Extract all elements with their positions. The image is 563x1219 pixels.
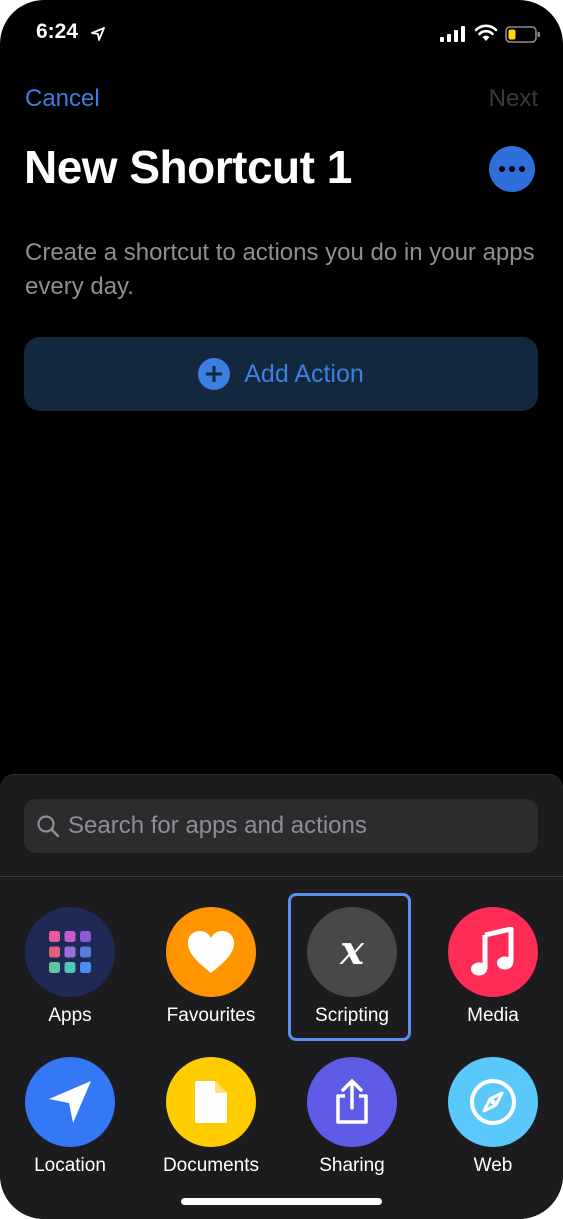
status-time: 6:24 [36, 20, 79, 43]
cancel-button[interactable]: Cancel [25, 85, 100, 113]
apps-grid-icon [25, 907, 115, 997]
category-label: Sharing [319, 1155, 385, 1176]
battery-low-icon [505, 26, 540, 43]
category-media[interactable]: Media [433, 907, 553, 1027]
category-favourites[interactable]: Favourites [151, 907, 271, 1027]
category-label: Location [34, 1155, 106, 1176]
ellipsis-icon [499, 166, 505, 172]
description-text: Create a shortcut to actions you do in y… [25, 239, 535, 300]
category-label: Apps [48, 1005, 92, 1026]
category-label: Documents [162, 1155, 260, 1176]
wifi-icon [474, 24, 498, 41]
next-button[interactable]: Next [489, 85, 538, 113]
location-services-icon [91, 27, 105, 41]
category-apps[interactable]: Apps [10, 907, 130, 1027]
category-sharing[interactable]: Sharing [292, 1057, 412, 1177]
page-title: New Shortcut 1 [24, 141, 352, 193]
search-input[interactable] [68, 812, 508, 840]
heart-icon [166, 907, 256, 997]
add-action-button[interactable]: Add Action [24, 337, 538, 411]
add-action-label: Add Action [244, 359, 364, 388]
category-location[interactable]: Location [10, 1057, 130, 1177]
cellular-signal-icon [440, 26, 465, 42]
more-options-button[interactable] [489, 146, 535, 192]
category-label: Media [467, 1005, 519, 1026]
category-web[interactable]: Web [433, 1057, 553, 1177]
category-label: Web [473, 1155, 513, 1176]
location-arrow-icon [25, 1057, 115, 1147]
divider [0, 876, 563, 877]
action-picker-sheet: Apps Favourites x Scripting [0, 774, 563, 1219]
phone-screen: 6:24 Cancel Next New Shortcut 1 Create a… [0, 0, 563, 1219]
music-note-icon [448, 907, 538, 997]
category-documents[interactable]: Documents [151, 1057, 271, 1177]
document-icon [166, 1057, 256, 1147]
home-indicator[interactable] [181, 1198, 382, 1205]
plus-circle-icon [198, 358, 231, 390]
search-bar[interactable] [24, 799, 538, 853]
selection-highlight [288, 893, 411, 1041]
share-icon [307, 1057, 397, 1147]
compass-icon [448, 1057, 538, 1147]
category-label: Favourites [166, 1005, 256, 1026]
search-icon [37, 815, 60, 838]
